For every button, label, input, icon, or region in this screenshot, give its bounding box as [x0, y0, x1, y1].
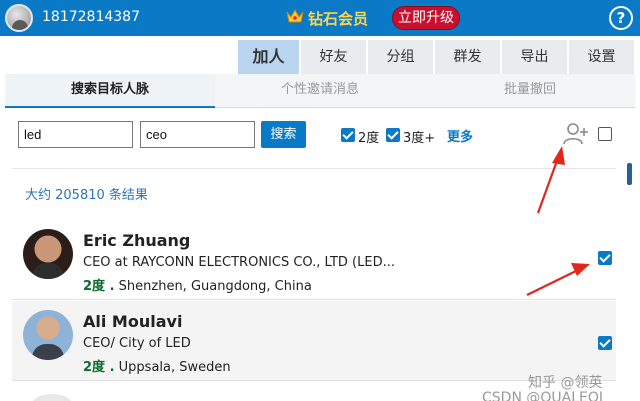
- main-tab-bar: 加人 好友 分组 群发 导出 设置: [0, 36, 640, 74]
- person-title: CEO at RAYCONN ELECTRONICS CO., LTD (LED…: [83, 255, 395, 270]
- tab-groups[interactable]: 分组: [368, 40, 434, 74]
- result-count: 大约 205810 条结果: [25, 188, 148, 203]
- add-person-icon[interactable]: [563, 122, 589, 146]
- select-person-checkbox[interactable]: [598, 251, 612, 265]
- connection-degree: 2度 .: [83, 279, 115, 294]
- tab-friends[interactable]: 好友: [301, 40, 367, 74]
- person-title: CEO/ City of LED: [83, 336, 191, 351]
- tab-add-people[interactable]: 加人: [238, 40, 300, 74]
- select-person-checkbox[interactable]: [598, 336, 612, 350]
- account-phone: 18172814387: [42, 9, 140, 25]
- sub-tab-bar: 搜索目标人脉 个性邀请消息 批量撤回: [5, 74, 635, 108]
- person-location-line: 2度 . Shenzhen, Guangdong, China: [83, 275, 312, 294]
- tab-export[interactable]: 导出: [502, 40, 568, 74]
- person-location-line: 2度 . Uppsala, Sweden: [83, 356, 231, 375]
- person-name[interactable]: Ali Moulavi: [83, 312, 182, 331]
- crown-icon: [286, 8, 304, 23]
- degree3-checkbox[interactable]: [386, 128, 400, 142]
- person-avatar[interactable]: [23, 310, 73, 360]
- watermark: 知乎 @领英 CSDN @QUALEOI: [482, 372, 603, 401]
- watermark-line: 知乎 @领英: [528, 375, 603, 391]
- keyword-input[interactable]: led: [18, 121, 133, 148]
- subtab-search-targets[interactable]: 搜索目标人脉: [5, 74, 215, 108]
- degree2-checkbox[interactable]: [341, 128, 355, 142]
- upgrade-button[interactable]: 立即升级: [392, 6, 460, 30]
- degree3-label: 3度+: [403, 131, 436, 146]
- watermark-line: CSDN @QUALEOI: [482, 390, 604, 401]
- more-filters-link[interactable]: 更多: [447, 126, 473, 145]
- search-button[interactable]: 搜索: [261, 121, 306, 148]
- person-location: Shenzhen, Guangdong, China: [118, 279, 312, 294]
- person-name[interactable]: Eric Zhuang: [83, 231, 190, 250]
- scrollbar-thumb[interactable]: [627, 163, 632, 185]
- connection-degree: 2度 .: [83, 360, 115, 375]
- result-row: Eric Zhuang CEO at RAYCONN ELECTRONICS C…: [12, 220, 616, 300]
- help-icon[interactable]: ?: [609, 6, 633, 30]
- tab-broadcast[interactable]: 群发: [435, 40, 501, 74]
- subtab-batch-withdraw[interactable]: 批量撤回: [425, 74, 635, 108]
- person-avatar[interactable]: [32, 394, 72, 401]
- title-input[interactable]: ceo: [140, 121, 255, 148]
- subtab-invite-message[interactable]: 个性邀请消息: [215, 74, 425, 108]
- tab-settings[interactable]: 设置: [569, 40, 635, 74]
- select-all-checkbox[interactable]: [598, 127, 612, 141]
- vip-label: 钻石会员: [308, 10, 369, 28]
- result-row: Ali Moulavi CEO/ City of LED 2度 . Uppsal…: [12, 301, 616, 381]
- top-bar: 18172814387 钻石会员 立即升级 ?: [0, 0, 640, 36]
- degree2-label: 2度: [358, 131, 380, 146]
- user-avatar[interactable]: [5, 4, 33, 32]
- person-location: Uppsala, Sweden: [118, 360, 231, 375]
- person-avatar[interactable]: [23, 229, 73, 279]
